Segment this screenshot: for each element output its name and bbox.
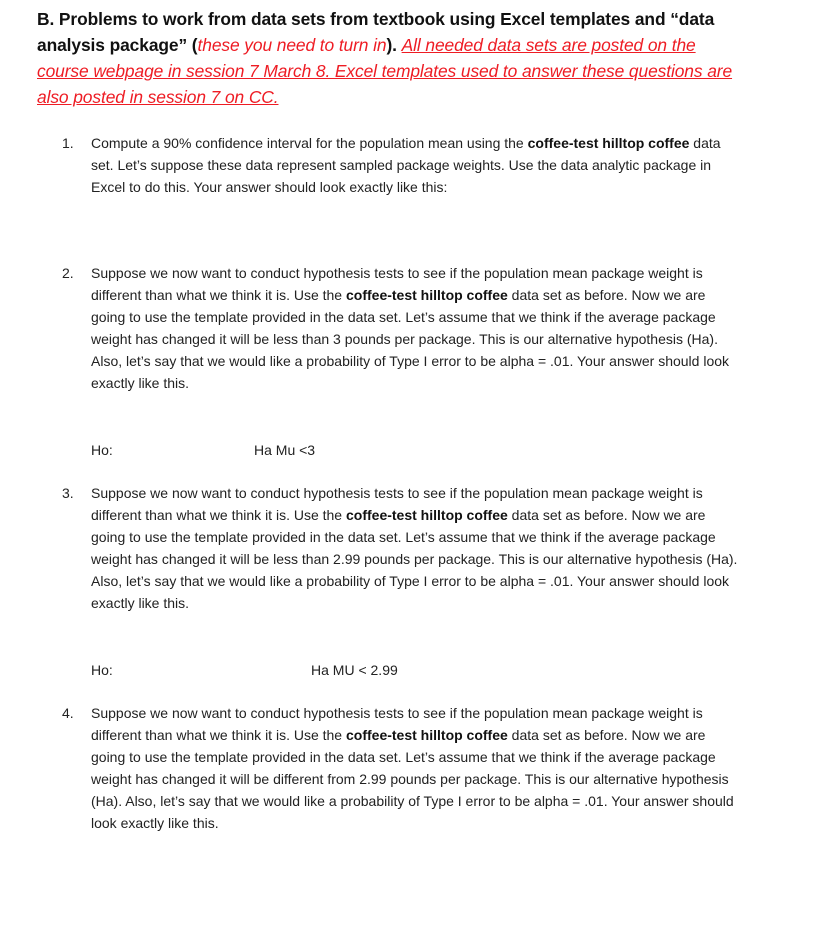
item-number: 4. [62,705,74,721]
item-body: Compute a 90% confidence interval for th… [91,132,742,198]
dataset-name: coffee-test hilltop coffee [346,507,508,523]
ha-label-2: Ha Mu <3 [254,442,316,458]
item-body: Suppose we now want to conduct hypothesi… [91,262,742,394]
list-item-4: 4. Suppose we now want to conduct hypoth… [62,702,742,834]
item-text: Compute a 90% confidence interval for th… [91,135,528,151]
list-item-1: 1. Compute a 90% confidence interval for… [62,132,742,198]
heading-close-paren: ). [386,35,402,55]
dataset-name: coffee-test hilltop coffee [346,727,508,743]
item-body: Suppose we now want to conduct hypothesi… [91,482,742,614]
item-number: 3. [62,485,74,501]
item-number: 2. [62,265,74,281]
list-item-3: 3. Suppose we now want to conduct hypoth… [62,482,742,614]
ho-label-3: Ho: [91,662,113,678]
dataset-name: coffee-test hilltop coffee [527,135,690,151]
ha-label-3: Ha MU < 2.99 [311,662,398,678]
turn-in-note: these you need to turn in [197,35,387,55]
list-item-2: 2. Suppose we now want to conduct hypoth… [62,262,742,394]
document-page: B. Problems to work from data sets from … [0,0,822,946]
section-heading: B. Problems to work from data sets from … [37,6,737,110]
dataset-name: coffee-test hilltop coffee [346,287,508,303]
item-number: 1. [62,135,74,151]
ho-label-2: Ho: [91,442,113,458]
item-body: Suppose we now want to conduct hypothesi… [91,702,742,834]
